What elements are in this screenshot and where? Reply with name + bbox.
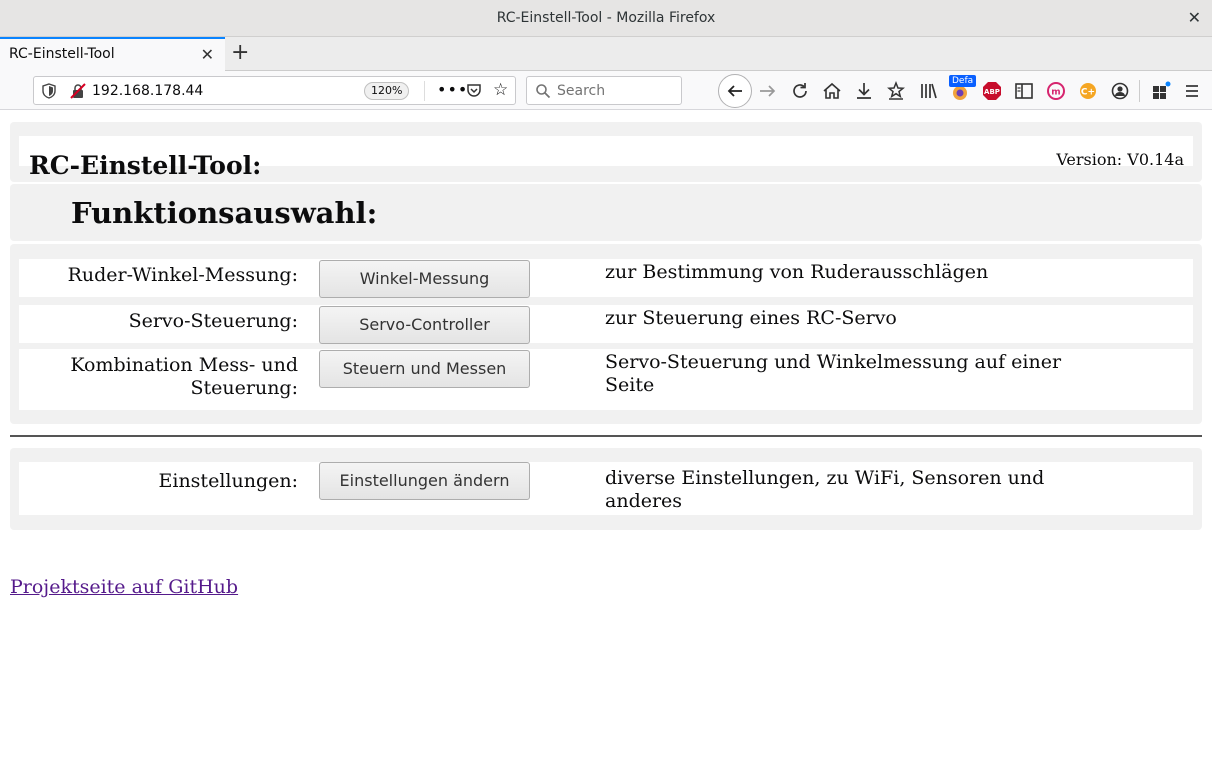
pocket-icon[interactable]	[466, 82, 482, 102]
servo-controller-button[interactable]: Servo-Controller	[319, 306, 530, 344]
settings-panel: Einstellungen: Einstellungen ändern dive…	[10, 448, 1202, 530]
function-list-panel: Ruder-Winkel-Messung: Winkel-Messung zur…	[10, 244, 1202, 424]
search-bar[interactable]: Search	[526, 76, 682, 105]
home-icon	[823, 82, 841, 99]
section-heading: Funktionsauswahl:	[71, 196, 378, 230]
section-divider	[10, 435, 1202, 437]
function-description: zur Steuerung eines RC-Servo	[605, 307, 897, 329]
reload-icon	[793, 83, 807, 98]
account-icon	[1111, 82, 1129, 100]
settings-description: diverse Einstellungen, zu WiFi, Sensoren…	[605, 467, 1045, 512]
function-row-servo: Servo-Steuerung: Servo-Controller zur St…	[19, 305, 1193, 344]
forward-arrow-icon	[760, 85, 776, 97]
page-content: RC-Einstell-Tool: Version: V0.14a Funkti…	[0, 111, 1212, 765]
extension-m-icon: m	[1047, 82, 1065, 100]
extension-badge: Defa	[949, 75, 977, 87]
zoom-indicator[interactable]: 120%	[364, 82, 410, 100]
window-title: RC-Einstell-Tool - Mozilla Firefox	[496, 10, 716, 26]
svg-text:C+: C+	[1081, 88, 1095, 98]
function-description: zur Bestimmung von Ruderausschlägen	[605, 261, 989, 283]
back-arrow-icon	[727, 85, 742, 97]
hamburger-menu-icon	[1186, 85, 1198, 97]
home-button[interactable]	[821, 80, 843, 102]
download-icon	[857, 83, 871, 99]
reader-sidebar-button[interactable]	[1013, 80, 1035, 102]
downloads-button[interactable]	[853, 80, 875, 102]
tab-title: RC-Einstell-Tool	[9, 46, 115, 62]
library-icon	[921, 83, 937, 99]
adblock-plus-button[interactable]: ABP	[981, 80, 1003, 102]
toolbar-separator	[1139, 80, 1140, 102]
insecure-lock-icon[interactable]	[70, 83, 86, 103]
back-button[interactable]	[718, 74, 752, 108]
function-description: Servo-Steuerung und Winkelmessung auf ei…	[605, 351, 1062, 396]
svg-text:m: m	[1051, 88, 1060, 98]
function-row-winkel: Ruder-Winkel-Messung: Winkel-Messung zur…	[19, 259, 1193, 298]
extension-c-icon: C+	[1080, 83, 1096, 99]
window-titlebar: RC-Einstell-Tool - Mozilla Firefox ✕	[0, 0, 1212, 37]
function-row-kombination: Kombination Mess- und Steuerung: Steuern…	[19, 349, 1193, 410]
settings-label: Einstellungen:	[158, 470, 299, 492]
github-project-link[interactable]: Projektseite auf GitHub	[10, 576, 238, 598]
window-close-button[interactable]: ✕	[1188, 8, 1201, 27]
bookmarks-menu-button[interactable]	[885, 80, 907, 102]
account-button[interactable]	[1109, 80, 1131, 102]
search-input[interactable]: Search	[557, 83, 605, 99]
url-bar-separator	[424, 81, 425, 101]
extensions-button[interactable]	[1150, 80, 1172, 102]
page-title: RC-Einstell-Tool:	[29, 151, 262, 180]
bookmark-star-icon[interactable]: ☆	[493, 80, 508, 100]
version-label: Version: V0.14a	[1056, 150, 1184, 169]
app-menu-button[interactable]	[1182, 80, 1204, 102]
tab-close-button[interactable]: ✕	[201, 45, 214, 64]
function-label: Kombination Mess- und Steuerung:	[70, 354, 298, 399]
steuern-und-messen-button[interactable]: Steuern und Messen	[319, 350, 530, 388]
function-label: Servo-Steuerung:	[128, 310, 298, 332]
extension-c-button[interactable]: C+	[1077, 80, 1099, 102]
extension-m-button[interactable]: m	[1045, 80, 1067, 102]
tab-strip: RC-Einstell-Tool ✕ +	[0, 37, 1212, 71]
sidebar-icon	[1015, 83, 1033, 99]
winkel-messung-button[interactable]: Winkel-Messung	[319, 260, 530, 298]
forward-button[interactable]	[757, 80, 779, 102]
bookmark-star-menu-icon	[887, 80, 905, 100]
tracking-shield-icon[interactable]	[42, 83, 56, 103]
header-bar: RC-Einstell-Tool: Version: V0.14a	[19, 136, 1193, 180]
new-tab-button[interactable]: +	[231, 41, 249, 65]
tab-rc-einstell-tool[interactable]: RC-Einstell-Tool ✕	[0, 37, 225, 71]
settings-row: Einstellungen: Einstellungen ändern dive…	[19, 462, 1193, 515]
navigation-toolbar: 192.168.178.44 120% ••• ☆ Search Defa AB…	[0, 71, 1212, 110]
function-heading-panel: Funktionsauswahl:	[10, 184, 1202, 241]
page-actions-more-icon[interactable]: •••	[437, 80, 468, 99]
url-bar[interactable]: 192.168.178.44 120% ••• ☆	[33, 76, 516, 105]
url-text[interactable]: 192.168.178.44	[92, 83, 203, 99]
extensions-puzzle-icon	[1153, 81, 1171, 99]
header-panel: RC-Einstell-Tool: Version: V0.14a	[10, 122, 1202, 182]
reload-button[interactable]	[789, 80, 811, 102]
einstellungen-aendern-button[interactable]: Einstellungen ändern	[319, 462, 530, 500]
library-button[interactable]	[917, 80, 939, 102]
function-label: Ruder-Winkel-Messung:	[67, 264, 298, 286]
svg-text:ABP: ABP	[984, 88, 1000, 96]
adblock-plus-icon: ABP	[983, 82, 1001, 100]
search-icon	[535, 83, 551, 103]
